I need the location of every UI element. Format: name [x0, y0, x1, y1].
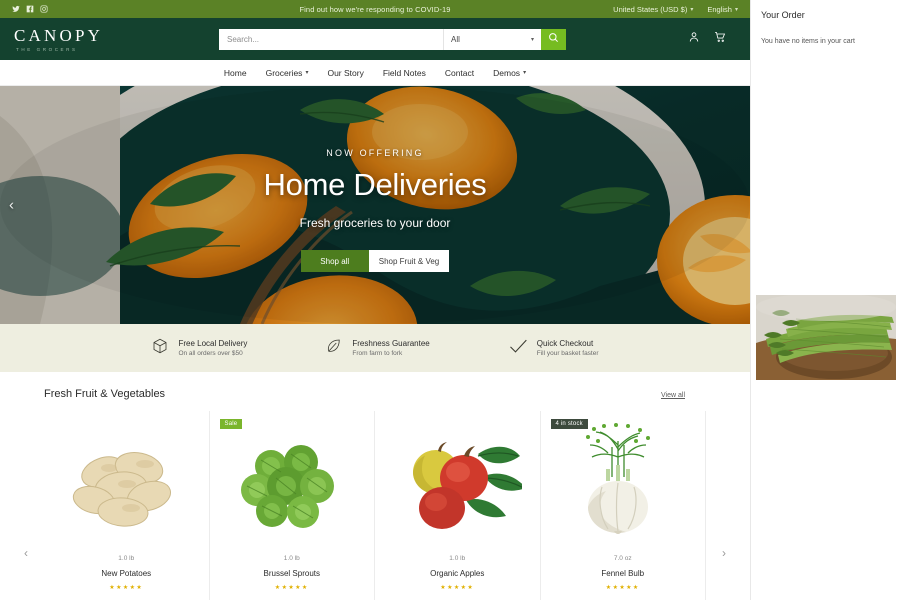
nav-item-groceries[interactable]: Groceries ▾	[266, 68, 309, 78]
shop-fruit-veg-button[interactable]: Shop Fruit & Veg	[368, 250, 450, 272]
locale-selectors: United States (USD $) ▾ English ▾	[613, 5, 738, 14]
nav-item-home[interactable]: Home	[224, 68, 247, 78]
product-unit: 7.0 oz	[613, 555, 632, 562]
feature-subtitle: Fill your basket faster	[536, 349, 599, 357]
chevron-down-icon: ▾	[530, 36, 534, 43]
search-category-select[interactable]: All ▾	[443, 28, 541, 50]
product-rating: ★★★★★	[109, 585, 144, 591]
announcement-bar: Find out how we're responding to COVID-1…	[0, 0, 750, 18]
twitter-icon[interactable]	[12, 5, 20, 13]
nav-label: Contact	[444, 67, 475, 78]
nav-label: Home	[223, 67, 247, 78]
nav-item-our-story[interactable]: Our Story	[327, 68, 363, 78]
language-selector[interactable]: English ▾	[707, 5, 738, 14]
chevron-down-icon: ▾	[734, 6, 738, 13]
logo-tagline: THE GROCERS	[16, 46, 78, 52]
product-name: New Potatoes	[101, 569, 152, 578]
site-logo[interactable]: CANOPY THE GROCERS	[14, 27, 164, 52]
search-category-value: All	[451, 34, 460, 44]
feature-freshness-guarantee: Freshness Guarantee From farm to fork	[325, 337, 430, 360]
feature-subtitle: On all orders over $50	[178, 349, 243, 357]
feature-title: Freshness Guarantee	[352, 338, 430, 348]
chevron-down-icon: ▾	[523, 70, 527, 76]
product-rating: ★★★★★	[605, 585, 640, 591]
product-image-organic-apples	[385, 423, 530, 543]
shop-all-button[interactable]: Shop all	[300, 250, 369, 272]
check-icon	[508, 336, 528, 361]
feature-quick-checkout: Quick Checkout Fill your basket faster	[508, 336, 599, 361]
product-unit: 1.0 lb	[118, 555, 135, 562]
products-section-header: Fresh Fruit & Vegetables View all	[0, 372, 750, 411]
product-name: Fennel Bulb	[601, 569, 645, 578]
cart-drawer-title: Your Order	[761, 10, 805, 20]
hero-content: NOW OFFERING Home Deliveries Fresh groce…	[0, 86, 750, 324]
hero-banner: NOW OFFERING Home Deliveries Fresh groce…	[0, 86, 750, 324]
social-links	[12, 5, 48, 13]
product-image-brussel-sprouts	[220, 423, 365, 543]
feature-title: Free Local Delivery	[178, 338, 248, 348]
carousel-next-arrow-icon[interactable]: ›	[722, 546, 726, 560]
product-card[interactable]: 1.0 lb New Potatoes ★★★★★	[44, 411, 209, 600]
search-icon	[548, 30, 559, 48]
feature-bar: Free Local Delivery On all orders over $…	[0, 324, 750, 372]
hero-eyebrow: NOW OFFERING	[326, 148, 424, 158]
asparagus-photo	[756, 295, 896, 380]
product-rating: ★★★★★	[274, 585, 309, 591]
site-header: CANOPY THE GROCERS All ▾	[0, 18, 750, 60]
nav-label: Demos	[493, 67, 521, 78]
hero-prev-arrow-icon[interactable]: ‹	[9, 197, 14, 214]
nav-label: Our Story	[327, 67, 364, 78]
hero-button-group: Shop all Shop Fruit & Veg	[300, 250, 450, 272]
product-image-fennel-bulb	[551, 423, 696, 543]
search-bar: All ▾	[219, 28, 566, 50]
main-navigation: Home Groceries ▾ Our Story Field Notes C…	[0, 60, 750, 86]
product-card[interactable]: 1.0 lb Organic Apples ★★★★★	[374, 411, 540, 600]
nav-label: Field Notes	[382, 67, 426, 78]
account-icon[interactable]	[688, 30, 700, 48]
page-title: Fresh Fruit & Vegetables	[44, 388, 166, 400]
country-currency-selector[interactable]: United States (USD $) ▾	[613, 5, 693, 14]
product-rating: ★★★★★	[440, 585, 475, 591]
nav-label: Groceries	[265, 67, 303, 78]
nav-item-field-notes[interactable]: Field Notes	[383, 68, 426, 78]
product-name: Brussel Sprouts	[263, 569, 320, 578]
cart-icon[interactable]	[714, 30, 726, 48]
nav-item-contact[interactable]: Contact	[445, 68, 474, 78]
product-card[interactable]: 4 in stock 7.0 oz Fennel Bulb ★★★★★	[539, 411, 706, 600]
view-all-link[interactable]: View all	[661, 392, 685, 399]
box-icon	[151, 337, 169, 360]
product-image-new-potatoes	[54, 423, 199, 543]
language-label: English	[707, 4, 732, 14]
feature-title: Quick Checkout	[536, 338, 594, 348]
feature-subtitle: From farm to fork	[352, 349, 403, 357]
instagram-icon[interactable]	[40, 5, 48, 13]
feature-free-local-delivery: Free Local Delivery On all orders over $…	[151, 337, 247, 360]
storefront-page: Find out how we're responding to COVID-1…	[0, 0, 750, 600]
nav-item-demos[interactable]: Demos ▾	[493, 68, 526, 78]
cart-drawer: Your Order You have no items in your car…	[750, 0, 900, 600]
chevron-down-icon: ▾	[305, 70, 309, 76]
product-unit: 1.0 lb	[283, 555, 300, 562]
product-card[interactable]: Sale 1.0 lb Brussel Sprouts ★★★★★	[208, 411, 375, 600]
logo-wordmark: CANOPY	[14, 25, 104, 45]
carousel-prev-arrow-icon[interactable]: ‹	[24, 546, 28, 560]
chevron-down-icon: ▾	[690, 6, 694, 13]
product-carousel: ‹ › 1.0 lb New Potatoes ★★★★★ Sale 1.0 l…	[0, 411, 750, 600]
product-name: Organic Apples	[430, 569, 485, 578]
status-badge: Sale	[219, 419, 243, 429]
hero-subtitle: Fresh groceries to your door	[299, 216, 451, 230]
hero-title: Home Deliveries	[263, 167, 487, 202]
product-card-list: 1.0 lb New Potatoes ★★★★★ Sale 1.0 lb Br…	[44, 411, 706, 600]
country-currency-label: United States (USD $)	[613, 4, 688, 14]
search-input[interactable]	[219, 28, 443, 50]
status-badge: 4 in stock	[550, 419, 588, 429]
leaf-icon	[325, 337, 343, 360]
cart-empty-message: You have no items in your cart	[761, 38, 855, 45]
facebook-icon[interactable]	[26, 5, 34, 13]
product-unit: 1.0 lb	[449, 555, 466, 562]
search-submit-button[interactable]	[541, 28, 566, 50]
header-icon-group	[688, 30, 736, 48]
